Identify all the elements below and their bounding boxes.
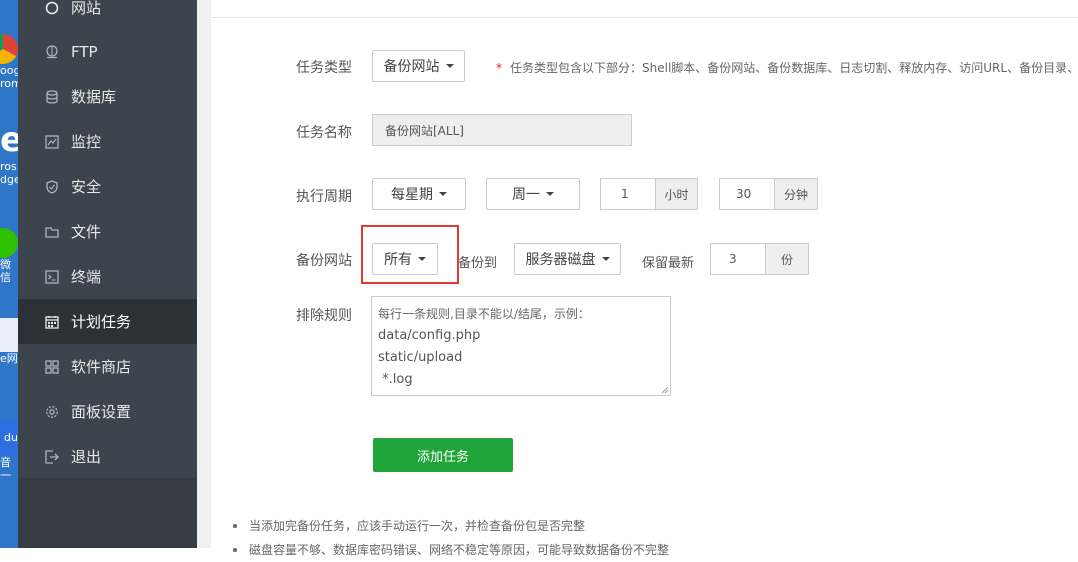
chevron-down-icon — [601, 257, 610, 261]
task-type-select[interactable]: 备份网站 — [372, 50, 465, 82]
panel-divider — [211, 17, 1078, 18]
chevron-down-icon — [439, 192, 447, 196]
logout-icon — [45, 449, 59, 464]
sidebar-item-cron[interactable]: 计划任务 — [18, 299, 197, 344]
chevron-down-icon — [546, 192, 554, 196]
sidebar-item-monitor[interactable]: 监控 — [18, 119, 197, 164]
keep-latest-label: 保留最新 — [642, 256, 695, 271]
exclude-line: static/upload — [378, 350, 463, 365]
grid-icon — [45, 359, 59, 374]
task-name-input[interactable]: 备份网站[ALL] — [372, 114, 632, 146]
folder-icon — [45, 225, 59, 239]
sidebar-item-security[interactable]: 安全 — [18, 164, 197, 209]
exclude-placeholder: 每行一条规则,目录不能以/结尾，示例： — [378, 307, 590, 321]
notes-list: 当添加完备份任务，应该手动运行一次，并检查备份包是否完整 磁盘容量不够、数据库密… — [231, 514, 669, 562]
sidebar-item-label: 终端 — [71, 268, 102, 286]
sidebar-item-website[interactable]: 网站 — [18, 0, 197, 30]
hour-unit: 小时 — [655, 178, 698, 210]
backup-to-label: 备份到 — [458, 256, 498, 271]
task-type-hint: * 任务类型包含以下部分：Shell脚本、备份网站、备份数据库、日志切割、释放内存… — [496, 61, 1078, 75]
sidebar: 网站 FTP 数据库 监控 安全 文件 终端 计划任务 软件商店 面板设置 退出 — [18, 0, 197, 548]
backup-site-label: 备份网站 — [296, 253, 352, 269]
weekday-select[interactable]: 周一 — [486, 178, 580, 210]
minute-input[interactable]: 30 — [719, 178, 775, 210]
task-type-label: 任务类型 — [296, 60, 352, 76]
sidebar-item-terminal[interactable]: 终端 — [18, 254, 197, 299]
shield-icon — [45, 179, 59, 194]
monitor-icon — [45, 134, 59, 149]
period-cycle-select[interactable]: 每星期 — [372, 178, 466, 210]
sidebar-footer — [18, 478, 197, 548]
gear-icon — [45, 405, 59, 419]
wechat-desktop-icon[interactable]: 微信 — [0, 228, 18, 294]
cron-add-panel: 任务类型 备份网站 * 任务类型包含以下部分：Shell脚本、备份网站、备份数据库… — [211, 0, 1078, 557]
note-item: 磁盘容量不够、数据库密码错误、网络不稳定等原因，可能导致数据备份不完整 — [231, 538, 669, 562]
minute-unit: 分钟 — [774, 178, 818, 210]
sidebar-item-logout[interactable]: 退出 — [18, 434, 197, 479]
terminal-icon — [45, 269, 59, 284]
sidebar-item-label: 退出 — [71, 448, 102, 466]
globe-icon — [45, 1, 59, 15]
edge-desktop-icon[interactable]: e ros dge — [0, 120, 18, 210]
sidebar-item-label: 软件商店 — [71, 358, 132, 376]
sidebar-item-label: 网站 — [71, 0, 102, 17]
browser-desktop-icon[interactable]: e网 — [0, 318, 18, 388]
keep-count-input[interactable]: 3 — [710, 243, 766, 275]
exclude-textarea[interactable]: 每行一条规则,目录不能以/结尾，示例： data/config.php stat… — [371, 296, 671, 396]
keep-unit: 份 — [765, 243, 809, 275]
chevron-down-icon — [445, 64, 454, 68]
ftp-icon — [45, 44, 59, 59]
add-task-button[interactable]: 添加任务 — [373, 438, 513, 472]
backup-target-select[interactable]: 服务器磁盘 — [514, 243, 621, 275]
sidebar-item-database[interactable]: 数据库 — [18, 74, 197, 119]
sidebar-item-settings[interactable]: 面板设置 — [18, 389, 197, 434]
content-gutter — [197, 0, 211, 548]
sidebar-item-label: 数据库 — [71, 88, 117, 106]
hour-input[interactable]: 1 — [600, 178, 656, 210]
baidu-desktop-icon[interactable]: du 音一 — [0, 420, 18, 490]
sidebar-item-label: 计划任务 — [71, 313, 132, 331]
chrome-desktop-icon[interactable]: ooglrom — [0, 30, 18, 90]
exclude-line: *.log — [378, 372, 413, 387]
resize-handle-icon[interactable] — [661, 386, 669, 394]
period-label: 执行周期 — [296, 189, 352, 205]
sidebar-item-label: 安全 — [71, 178, 102, 196]
sidebar-item-label: 面板设置 — [71, 403, 132, 421]
task-name-label: 任务名称 — [296, 125, 352, 141]
sidebar-item-ftp[interactable]: FTP — [18, 29, 197, 74]
sidebar-item-label: 文件 — [71, 223, 102, 241]
note-item: 当添加完备份任务，应该手动运行一次，并检查备份包是否完整 — [231, 514, 669, 538]
sidebar-item-label: 监控 — [71, 133, 102, 151]
exclude-label: 排除规则 — [296, 308, 352, 324]
database-icon — [45, 89, 59, 104]
desktop-icon-strip: ooglrom e rosdge 微信 e网 du 音一 — [0, 0, 18, 548]
sidebar-item-label: FTP — [71, 42, 98, 61]
sidebar-item-store[interactable]: 软件商店 — [18, 344, 197, 389]
exclude-line: data/config.php — [378, 328, 481, 343]
calendar-icon — [45, 315, 59, 329]
highlight-box — [361, 225, 459, 284]
sidebar-item-files[interactable]: 文件 — [18, 209, 197, 254]
